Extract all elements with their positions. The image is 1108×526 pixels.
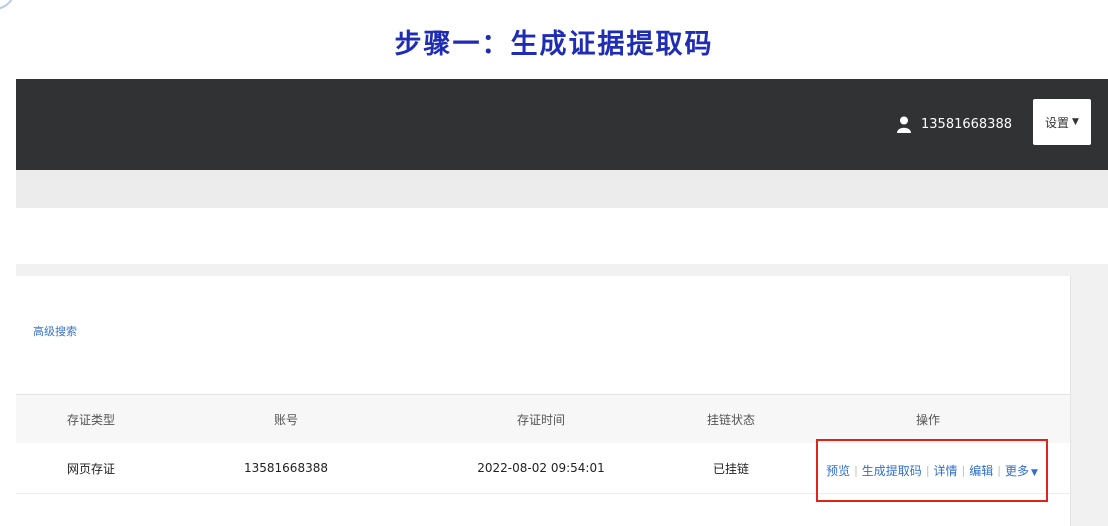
row-actions-highlight: 预览 | 生成提取码 | 详情 | 编辑 | 更多 ▼ (816, 439, 1048, 502)
spacer (16, 208, 1108, 264)
advanced-search-link[interactable]: 高级搜索 (33, 323, 77, 339)
cell-type: 网页存证 (66, 461, 115, 476)
preview-link[interactable]: 预览 (822, 462, 854, 479)
more-dropdown-link[interactable]: 更多 ▼ (1001, 462, 1042, 479)
user-phone: 13581668388 (921, 117, 1012, 132)
cell-time: 2022-08-02 09:54:01 (477, 461, 605, 475)
column-header-actions: 操作 (915, 412, 940, 427)
user-info[interactable]: 13581668388 (897, 79, 1012, 170)
step-heading: 步骤一：生成证据提取码 (394, 29, 714, 60)
top-navigation-bar: 13581668388 设置 ▼ (16, 79, 1108, 170)
column-header-status: 挂链状态 (706, 412, 755, 427)
edit-link[interactable]: 编辑 (965, 462, 997, 479)
chevron-down-icon: ▼ (1072, 117, 1079, 127)
cell-status: 已挂链 (712, 461, 749, 476)
generate-extraction-code-link[interactable]: 生成提取码 (858, 462, 926, 479)
table-row: 网页存证 13581668388 2022-08-02 09:54:01 已挂链… (16, 439, 1070, 502)
column-header-account: 账号 (273, 412, 298, 427)
evidence-list-panel: 高级搜索 存证类型 账号 存证时间 挂链状态 操作 网页存证 135816683… (16, 276, 1071, 526)
user-icon (897, 116, 912, 133)
chevron-down-icon: ▼ (1031, 468, 1038, 478)
cell-account: 13581668388 (244, 461, 328, 475)
table-header: 存证类型 账号 存证时间 挂链状态 操作 (16, 394, 1070, 444)
column-header-time: 存证时间 (516, 412, 565, 427)
details-link[interactable]: 详情 (930, 462, 962, 479)
column-header-type: 存证类型 (66, 412, 115, 427)
more-label: 更多 (1005, 464, 1030, 478)
sub-navigation-bar (16, 170, 1108, 208)
left-edge (0, 0, 16, 526)
settings-label: 设置 (1045, 115, 1070, 130)
settings-dropdown-button[interactable]: 设置 ▼ (1033, 99, 1091, 145)
